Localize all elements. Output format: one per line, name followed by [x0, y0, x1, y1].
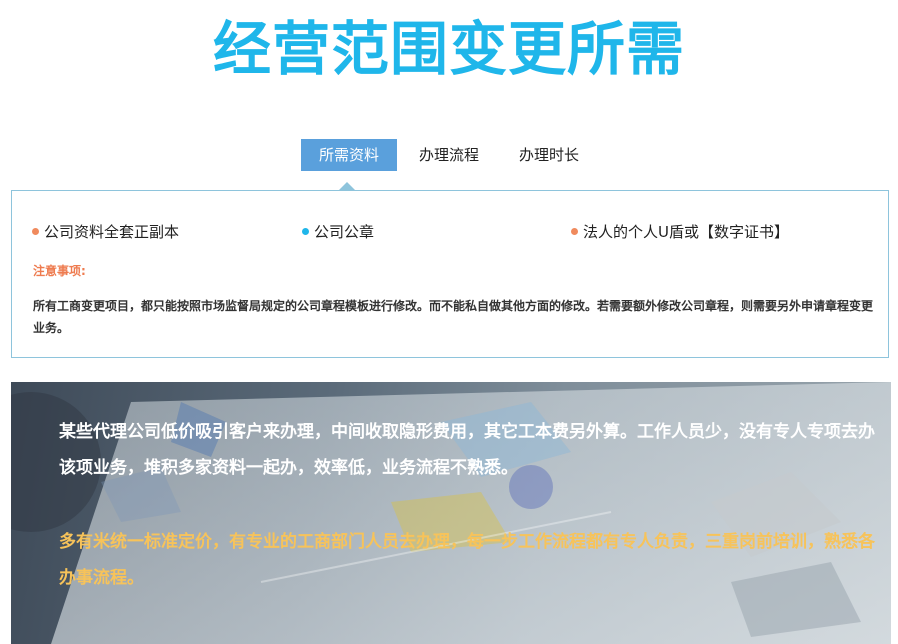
requirement-label: 公司公章 [314, 223, 375, 241]
required-documents-panel: 公司资料全套正副本 公司公章 法人的个人U盾或【数字证书】 注意事项: 所有工商… [11, 190, 889, 358]
tab-pointer [339, 182, 355, 190]
requirement-label: 公司资料全套正副本 [44, 223, 180, 241]
tab-process[interactable]: 办理流程 [401, 139, 497, 171]
tab-duration[interactable]: 办理时长 [501, 139, 597, 171]
bullet-dot-icon [302, 228, 309, 235]
bullet-dot-icon [571, 228, 578, 235]
requirement-label: 法人的个人U盾或【数字证书】 [583, 223, 789, 241]
notice-title: 注意事项: [33, 264, 86, 278]
banner-problem-text: 某些代理公司低价吸引客户来办理，中间收取隐形费用，其它工本费另外算。工作人员少，… [59, 422, 875, 478]
notice-body: 所有工商变更项目，都只能按照市场监督局规定的公司章程模板进行修改。而不能私自做其… [33, 299, 874, 335]
tab-bar: 所需资料 办理流程 办理时长 [0, 139, 898, 171]
tab-required-documents[interactable]: 所需资料 [300, 139, 397, 171]
comparison-banner: 某些代理公司低价吸引客户来办理，中间收取隐形费用，其它工本费另外算。工作人员少，… [11, 382, 891, 644]
banner-solution-text: 多有米统一标准定价，有专业的工商部门人员去办理，每一步工作流程都有专人负责，三重… [59, 532, 875, 588]
requirement-item: 公司公章 [302, 221, 374, 242]
requirement-item: 法人的个人U盾或【数字证书】 [571, 221, 789, 242]
page-title: 经营范围变更所需 [212, 15, 685, 83]
bullet-dot-icon [32, 228, 39, 235]
requirement-item: 公司资料全套正副本 [32, 221, 179, 242]
